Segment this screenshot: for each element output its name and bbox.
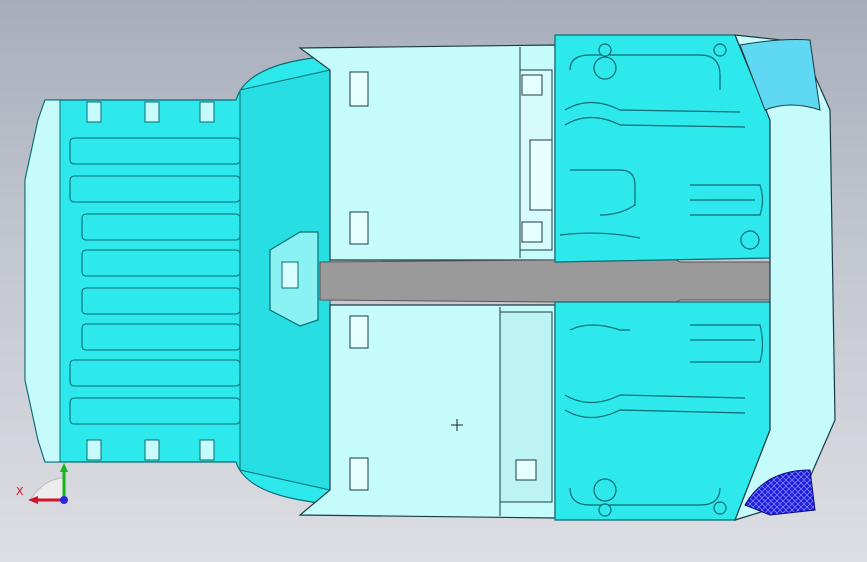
x-axis-label: X bbox=[16, 485, 24, 498]
front-floor-upper bbox=[554, 34, 771, 263]
axis-triad bbox=[28, 463, 68, 504]
center-tunnel bbox=[319, 254, 791, 308]
cad-viewport[interactable]: X bbox=[0, 0, 867, 562]
mid-floor-upper bbox=[298, 44, 556, 261]
rear-floor-flange bbox=[24, 99, 61, 463]
floor-panel-model[interactable] bbox=[0, 0, 867, 562]
